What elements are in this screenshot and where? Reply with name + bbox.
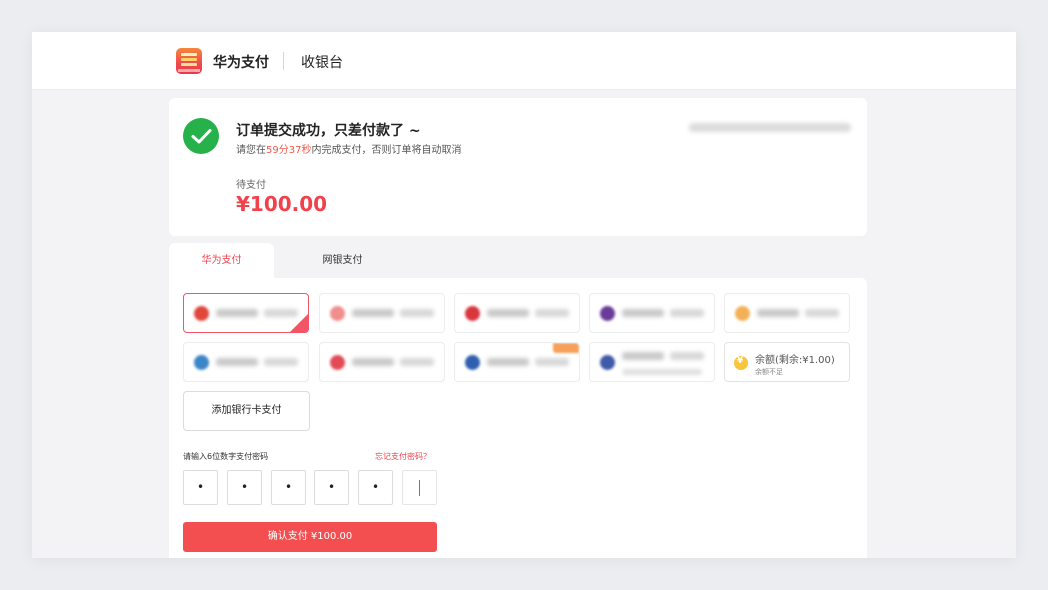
- hint-prefix: 请您在: [236, 145, 266, 156]
- checkout-window: 华为支付 收银台 订单提交成功，只差付款了 ~ 请您在59分37秒内完成支付，否…: [32, 32, 1016, 558]
- password-digit-1[interactable]: •: [183, 470, 218, 505]
- page-title: 收银台: [301, 55, 343, 71]
- hint-suffix: 内完成支付，否则订单将自动取消: [311, 145, 462, 156]
- promo-badge: [553, 343, 579, 353]
- confirm-pay-button[interactable]: 确认支付 ¥100.00: [183, 522, 437, 552]
- bank-card-option[interactable]: [589, 342, 715, 382]
- card-tail-blurred: [670, 352, 704, 360]
- card-tail-blurred: [400, 309, 434, 317]
- bank-card-option[interactable]: [319, 293, 445, 333]
- pending-amount: ¥100.00: [236, 192, 328, 216]
- pending-label: 待支付: [236, 180, 266, 191]
- card-tail-blurred: [535, 309, 569, 317]
- brand-name: 华为支付: [213, 55, 269, 71]
- huawei-pay-logo: [176, 48, 202, 74]
- bank-card-option[interactable]: [589, 293, 715, 333]
- add-bank-card-button[interactable]: 添加银行卡支付: [183, 391, 310, 431]
- bank-name-blurred: [757, 309, 799, 317]
- success-check-icon: [183, 118, 219, 154]
- bank-name-blurred: [487, 358, 529, 366]
- bank-logo-icon: [194, 355, 209, 370]
- coin-icon: [734, 356, 748, 370]
- password-label: 请输入6位数字支付密码: [183, 452, 269, 461]
- card-tail-blurred: [400, 358, 434, 366]
- bank-logo-icon: [600, 306, 615, 321]
- bank-logo-icon: [735, 306, 750, 321]
- card-tail-blurred: [264, 358, 298, 366]
- balance-remaining: 余额(剩余:¥1.00): [755, 355, 835, 366]
- bank-name-blurred: [352, 309, 394, 317]
- card-tail-blurred: [805, 309, 839, 317]
- bank-card-option[interactable]: [724, 293, 850, 333]
- bank-logo-icon: [330, 355, 345, 370]
- bank-logo-icon: [194, 306, 209, 321]
- bank-card-option[interactable]: [183, 293, 309, 333]
- card-tail-blurred: [670, 309, 704, 317]
- bank-card-option[interactable]: [454, 293, 580, 333]
- card-tail-blurred: [535, 358, 569, 366]
- bank-card-option[interactable]: [454, 342, 580, 382]
- password-digit-3[interactable]: •: [271, 470, 306, 505]
- bank-name-blurred: [216, 358, 258, 366]
- bank-name-blurred: [487, 309, 529, 317]
- bank-card-option[interactable]: [319, 342, 445, 382]
- balance-option[interactable]: 余额(剩余:¥1.00) 余额不足: [724, 342, 850, 382]
- tab-huawei-pay[interactable]: 华为支付: [169, 243, 274, 279]
- success-title: 订单提交成功，只差付款了 ~: [236, 123, 421, 139]
- bank-name-blurred: [622, 309, 664, 317]
- bank-name-blurred: [352, 358, 394, 366]
- bank-logo-icon: [600, 355, 615, 370]
- bank-logo-icon: [330, 306, 345, 321]
- header-divider: [283, 52, 284, 70]
- password-digit-4[interactable]: •: [314, 470, 349, 505]
- header-bar: 华为支付 收银台: [32, 32, 1016, 90]
- countdown-hint: 请您在59分37秒内完成支付，否则订单将自动取消: [236, 141, 461, 156]
- bank-card-option[interactable]: [183, 342, 309, 382]
- countdown-timer: 59分37秒: [266, 145, 312, 156]
- balance-insufficient: 余额不足: [755, 368, 783, 376]
- forgot-password-link[interactable]: 忘记支付密码？: [375, 451, 431, 462]
- password-digit-2[interactable]: •: [227, 470, 262, 505]
- bank-name-blurred: [216, 309, 258, 317]
- password-digit-5[interactable]: •: [358, 470, 393, 505]
- tab-online-banking[interactable]: 网银支付: [290, 243, 395, 279]
- order-summary-card: 订单提交成功，只差付款了 ~ 请您在59分37秒内完成支付，否则订单将自动取消 …: [169, 98, 867, 236]
- password-digit-6[interactable]: [402, 470, 437, 505]
- bank-name-blurred: [622, 352, 664, 360]
- card-note-blurred: [622, 369, 702, 375]
- bank-logo-icon: [465, 355, 480, 370]
- selected-corner-mark: [290, 314, 308, 332]
- bank-logo-icon: [465, 306, 480, 321]
- order-number-blurred: [689, 123, 851, 132]
- text-caret: [419, 480, 420, 496]
